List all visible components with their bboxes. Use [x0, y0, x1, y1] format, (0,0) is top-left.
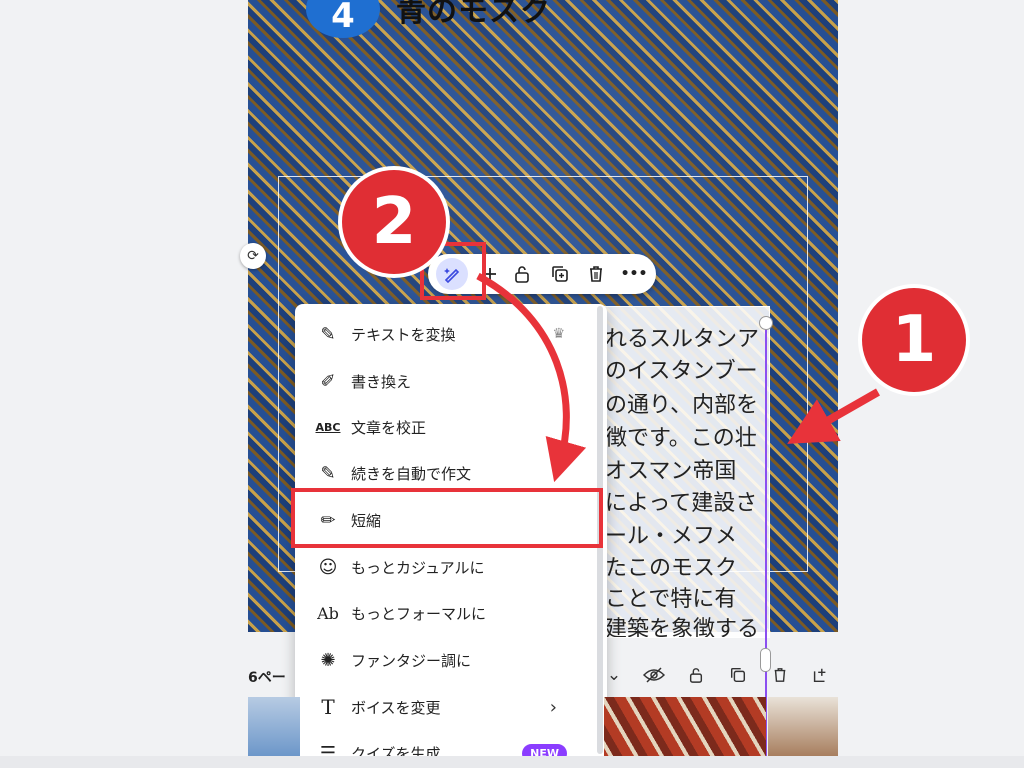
crown-icon: ♛	[552, 326, 565, 342]
abc-icon: ABC	[315, 420, 341, 434]
page-heading[interactable]: 青のモスク	[396, 0, 551, 30]
smiley-icon: ☺	[318, 556, 338, 578]
step-1-marker: 1	[862, 288, 966, 392]
bottom-bar	[0, 756, 1024, 768]
text-line: ール・メフメ	[605, 524, 738, 549]
ab-icon: Ab	[317, 603, 339, 623]
rewrite-icon: ✐	[320, 370, 336, 392]
trash-icon[interactable]	[582, 260, 610, 288]
menu-item-more-casual[interactable]: ☺ もっとカジュアルに	[295, 544, 595, 590]
menu-item-label: 書き換え	[351, 372, 412, 391]
menu-item-transform-text[interactable]: ✎ テキストを変換 ♛	[295, 311, 595, 357]
text-line: オスマン帝国	[605, 459, 737, 484]
menu-item-label: もっとフォーマルに	[351, 604, 487, 623]
text-line: の通り、内部を	[605, 393, 759, 418]
text-line: たこのモスク	[605, 556, 738, 581]
step-2-marker: 2	[342, 170, 446, 274]
lock-icon[interactable]	[684, 663, 708, 687]
text-line: 徴です。この壮	[605, 426, 757, 451]
sparkle-pen-icon: ✎	[320, 323, 336, 345]
chevron-down-icon[interactable]: ⌄	[602, 663, 626, 687]
text-line: れるスルタンア	[605, 327, 760, 352]
menu-item-label: もっとカジュアルに	[351, 558, 485, 577]
menu-item-label: 続きを自動で作文	[351, 464, 472, 483]
menu-item-label: ボイスを変更	[351, 698, 441, 717]
duplicate-page-icon[interactable]	[726, 663, 750, 687]
fantasy-icon: ✺	[320, 649, 336, 671]
text-line: によって建設さ	[605, 491, 758, 516]
menu-item-label: テキストを変換	[351, 325, 456, 344]
lock-icon[interactable]	[508, 260, 536, 288]
menu-item-fantasy[interactable]: ✺ ファンタジー調に	[295, 637, 595, 683]
text-line: のイスタンブー	[605, 359, 758, 384]
more-options-icon[interactable]: •••	[620, 260, 648, 288]
selected-text-box[interactable]: れるスルタンア のイスタンブー の通り、内部を 徴です。この壮 オスマン帝国 に…	[598, 306, 770, 638]
add-page-icon[interactable]	[808, 663, 832, 687]
continue-writing-icon: ✎	[320, 462, 336, 484]
menu-item-label: 文章を校正	[351, 418, 427, 437]
pages-label: 6ペー	[248, 670, 286, 686]
menu-item-proofread[interactable]: ABC 文章を校正	[295, 404, 595, 450]
annotation-highlight-shorten	[291, 488, 603, 548]
menu-item-label: ファンタジー調に	[351, 651, 472, 670]
trash-icon[interactable]	[768, 663, 792, 687]
hide-icon[interactable]	[642, 663, 666, 687]
resize-handle-corner[interactable]	[759, 316, 773, 330]
duplicate-icon[interactable]	[546, 260, 574, 288]
menu-item-change-voice[interactable]: T ボイスを変更 ›	[295, 684, 595, 730]
rotate-icon[interactable]: ⟳	[240, 243, 266, 269]
chevron-right-icon: ›	[549, 696, 557, 718]
text-line: 建築を象徴する	[605, 617, 760, 638]
menu-item-rewrite[interactable]: ✐ 書き換え	[295, 358, 595, 404]
voice-icon: T	[321, 695, 335, 719]
text-line: ことで特に有	[605, 587, 737, 612]
menu-item-more-formal[interactable]: Ab もっとフォーマルに	[295, 590, 595, 636]
